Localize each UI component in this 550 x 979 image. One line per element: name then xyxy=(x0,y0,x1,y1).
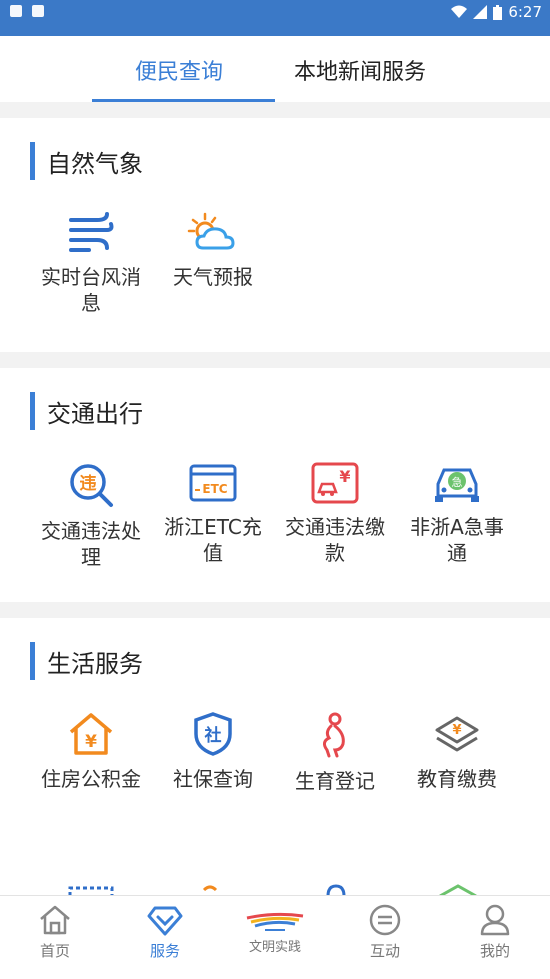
service-item-etc-recharge[interactable]: ETC 浙江ETC充值 xyxy=(153,462,273,566)
tab-convenience-query[interactable]: 便民查询 xyxy=(135,54,223,86)
car-payment-icon: ¥ xyxy=(311,462,359,504)
nav-service[interactable]: 服务 xyxy=(110,904,220,961)
signal-icon xyxy=(473,5,488,19)
weather-icon xyxy=(187,212,235,250)
status-time: 6:27 xyxy=(508,3,542,21)
chat-icon xyxy=(369,904,401,936)
car-urgent-icon: 急 xyxy=(435,468,479,502)
bottom-navigation: 首页 服务 文明实践 互动 我的 xyxy=(0,895,550,979)
service-item-social-security[interactable]: 社 社保查询 xyxy=(153,712,273,792)
more-service-icons-partial xyxy=(68,884,477,896)
section-title: 自然气象 xyxy=(30,142,143,180)
top-tabs: 便民查询 本地新闻服务 xyxy=(0,36,550,102)
svg-text:ETC: ETC xyxy=(202,482,227,496)
home-icon xyxy=(40,905,70,935)
svg-text:社: 社 xyxy=(204,725,222,746)
pregnancy-icon xyxy=(322,712,345,758)
nav-profile[interactable]: 我的 xyxy=(440,904,550,961)
service-item-birth-registration[interactable]: 生育登记 xyxy=(275,712,395,794)
service-item-traffic-violation[interactable]: 违 交通违法处理 xyxy=(31,462,151,570)
section-life-services: 生活服务 ¥ 住房公积金 社 社保查询 生育登记 ¥ 教育缴费 xyxy=(0,618,550,908)
nav-civilization-practice[interactable]: 文明实践 xyxy=(220,910,330,955)
status-bar: 6:27 xyxy=(0,0,550,24)
wind-icon xyxy=(69,212,114,252)
svg-text:急: 急 xyxy=(452,475,463,489)
wifi-icon xyxy=(451,5,468,18)
education-payment-icon: ¥ xyxy=(435,716,479,752)
violation-search-icon: 违 xyxy=(70,464,113,507)
service-item-education-payment[interactable]: ¥ 教育缴费 xyxy=(397,712,517,792)
housing-fund-icon: ¥ xyxy=(69,713,113,755)
service-icon xyxy=(147,906,183,936)
battery-icon xyxy=(493,4,503,20)
notification-icon xyxy=(10,5,22,17)
service-item-typhoon[interactable]: 实时台风消息 xyxy=(31,212,151,316)
svg-text:¥: ¥ xyxy=(85,732,97,752)
tab-active-indicator xyxy=(92,99,275,102)
service-item-non-zhejiang-urgent[interactable]: 急 非浙A急事通 xyxy=(397,462,517,566)
section-weather: 自然气象 实时台风消息 天气预报 xyxy=(0,118,550,352)
app-notification-icon xyxy=(32,5,44,17)
svg-text:违: 违 xyxy=(80,473,97,494)
svg-text:¥: ¥ xyxy=(339,467,350,486)
service-item-weather-forecast[interactable]: 天气预报 xyxy=(153,212,273,290)
profile-icon xyxy=(480,904,510,936)
civilization-logo-icon xyxy=(246,912,304,931)
social-security-icon: 社 xyxy=(194,712,232,756)
service-item-housing-fund[interactable]: ¥ 住房公积金 xyxy=(31,712,151,792)
nav-home[interactable]: 首页 xyxy=(0,904,110,961)
etc-card-icon: ETC xyxy=(189,464,237,502)
header-bar xyxy=(0,24,550,36)
section-traffic: 交通出行 违 交通违法处理 ETC 浙江ETC充值 ¥ 交通违法缴款 急 非浙A… xyxy=(0,368,550,602)
svg-text:¥: ¥ xyxy=(452,723,461,738)
nav-interaction[interactable]: 互动 xyxy=(330,904,440,961)
service-item-violation-payment[interactable]: ¥ 交通违法缴款 xyxy=(275,462,395,566)
tab-local-news-service[interactable]: 本地新闻服务 xyxy=(294,54,426,86)
section-title: 生活服务 xyxy=(30,642,143,680)
section-title: 交通出行 xyxy=(30,392,143,430)
